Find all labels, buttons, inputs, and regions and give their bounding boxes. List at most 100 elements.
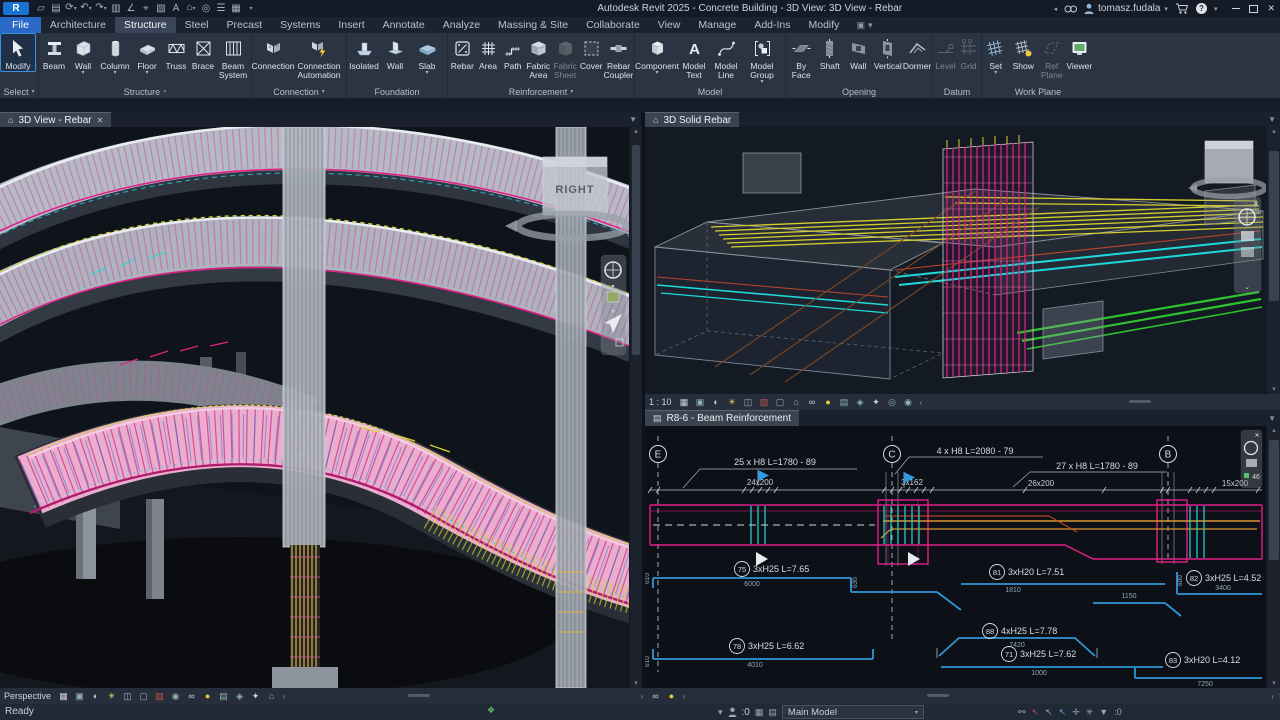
component-button[interactable]: Component▾: [636, 34, 678, 75]
isolated-foundation-button[interactable]: Isolated: [348, 34, 380, 71]
beam-system-button[interactable]: Beam System: [216, 34, 250, 80]
tab-analyze[interactable]: Analyze: [434, 17, 489, 33]
panel-label-structure[interactable]: Structure»: [39, 85, 251, 98]
worksharing-display-icon[interactable]: ▤: [838, 396, 851, 409]
tag-icon[interactable]: ▧: [154, 1, 168, 17]
rendering-icon[interactable]: ◫: [121, 690, 134, 703]
customize-qat-icon[interactable]: ▾: [244, 0, 258, 17]
detail-level-icon[interactable]: ▣: [73, 690, 86, 703]
print-icon[interactable]: ▥: [109, 1, 123, 17]
view-scale-label[interactable]: 1 : 10: [649, 397, 672, 407]
visual-style-icon[interactable]: ▦: [678, 396, 691, 409]
tab-modify[interactable]: Modify: [800, 17, 849, 33]
restore-button[interactable]: [1249, 5, 1258, 13]
displacement-sets-icon[interactable]: ◎: [886, 396, 899, 409]
detail-level-icon[interactable]: ▣: [694, 396, 707, 409]
column-button[interactable]: Column▾: [98, 34, 132, 75]
temporary-hide-isolate-icon[interactable]: ∞: [185, 690, 198, 703]
wall-foundation-button[interactable]: Wall: [380, 34, 410, 71]
tab-steel[interactable]: Steel: [176, 17, 218, 33]
scrollbar-thumb[interactable]: [927, 694, 949, 697]
left-vertical-scrollbar[interactable]: ▴ ▾: [629, 127, 642, 688]
shadows-icon[interactable]: ◐: [89, 690, 102, 703]
signed-in-user[interactable]: tomasz.fudala ▾: [1084, 3, 1168, 14]
revit-logo[interactable]: R: [3, 2, 29, 15]
minimize-button[interactable]: [1232, 8, 1240, 9]
ribbon-display-toggle[interactable]: ▣▾: [848, 17, 872, 33]
select-links-icon[interactable]: ⚯: [1018, 707, 1026, 718]
top-right-vertical-scrollbar[interactable]: ▴ ▾: [1266, 127, 1280, 394]
crop-view-icon[interactable]: ▢: [137, 690, 150, 703]
panel-label-work-plane[interactable]: Work Plane: [982, 85, 1094, 98]
dormer-opening-button[interactable]: Dormer: [903, 34, 931, 71]
shaft-opening-button[interactable]: Shaft: [816, 34, 845, 71]
default-3d-view-icon[interactable]: ⌂▾: [184, 0, 198, 17]
temporary-view-properties-icon[interactable]: ◈: [854, 396, 867, 409]
redo-icon[interactable]: ↷▾: [94, 0, 108, 17]
scroll-right-icon[interactable]: ›: [1269, 692, 1276, 701]
scroll-left-icon[interactable]: ‹: [918, 398, 925, 407]
search-prev-icon[interactable]: ◂: [1054, 5, 1058, 13]
filter-icon[interactable]: ▼: [1099, 707, 1108, 717]
navigation-bar[interactable]: ✕ 46: [1241, 430, 1262, 488]
save-icon[interactable]: ▤: [49, 1, 63, 17]
vertical-opening-button[interactable]: Vertical: [873, 34, 903, 71]
view-tab-3d-rebar[interactable]: ⌂ 3D View - Rebar ✕: [0, 112, 111, 127]
close-button[interactable]: ✕: [1267, 3, 1275, 14]
analytical-model-icon[interactable]: ✦: [870, 396, 883, 409]
scrollbar-thumb[interactable]: [1269, 151, 1279, 301]
horizontal-scrollbar[interactable]: [291, 688, 636, 704]
connection-button[interactable]: Connection: [253, 34, 293, 71]
close-view-icon[interactable]: ✕: [97, 116, 104, 125]
slab-foundation-button[interactable]: Slab▾: [410, 34, 444, 75]
sync-icon[interactable]: ⟳▾: [64, 0, 78, 17]
visual-style-icon[interactable]: ▦: [57, 690, 70, 703]
tab-view[interactable]: View: [649, 17, 690, 33]
locked-view-icon[interactable]: ⌂: [790, 396, 803, 409]
shadows-icon[interactable]: ◐: [710, 396, 723, 409]
tab-add-ins[interactable]: Add-Ins: [745, 17, 799, 33]
temporary-hide-isolate-icon[interactable]: ∞: [806, 396, 819, 409]
tab-manage[interactable]: Manage: [689, 17, 745, 33]
sun-path-icon[interactable]: ☀: [105, 690, 118, 703]
panel-label-reinforcement[interactable]: Reinforcement▾: [448, 85, 634, 98]
active-workset-icon[interactable]: ▤: [768, 707, 777, 718]
scroll-left-icon[interactable]: ‹: [281, 692, 288, 701]
beam-button[interactable]: Beam: [40, 34, 68, 71]
beam-reinforcement-canvas[interactable]: E C B 24x200 3x162 26x200 15x200 25 x H8…: [645, 426, 1266, 688]
horizontal-scrollbar[interactable]: [927, 394, 1274, 410]
model-text-button[interactable]: AModel Text: [678, 34, 710, 80]
aligned-dimension-icon[interactable]: ⌖: [139, 1, 153, 17]
select-by-face-icon[interactable]: ↖: [1059, 707, 1067, 718]
tab-massing-site[interactable]: Massing & Site: [489, 17, 577, 33]
reveal-constraints-icon[interactable]: ⌂: [265, 690, 278, 703]
cover-button[interactable]: Cover: [578, 34, 604, 71]
rendering-icon[interactable]: ◫: [742, 396, 755, 409]
view-list-caret-icon[interactable]: ▼: [1268, 112, 1280, 127]
text-icon[interactable]: A: [169, 1, 183, 17]
drag-on-selection-icon[interactable]: ✛: [1072, 707, 1080, 718]
bottom-right-vertical-scrollbar[interactable]: ▴ ▾: [1266, 426, 1280, 688]
open-file-icon[interactable]: ▱: [34, 1, 48, 17]
tab-annotate[interactable]: Annotate: [374, 17, 434, 33]
sun-path-icon[interactable]: ☀: [726, 396, 739, 409]
show-work-plane-button[interactable]: Show: [1009, 34, 1038, 71]
path-reinforcement-button[interactable]: Path: [500, 34, 525, 71]
top-right-3d-canvas[interactable]: ✕ ⌄: [645, 127, 1266, 394]
view-list-caret-icon[interactable]: ▼: [629, 112, 641, 127]
scrollbar-thumb[interactable]: [1269, 440, 1279, 560]
model-line-button[interactable]: Model Line: [710, 34, 742, 80]
viewer-button[interactable]: Viewer: [1066, 34, 1094, 71]
brace-button[interactable]: Brace: [190, 34, 216, 71]
modify-button[interactable]: Modify: [1, 34, 35, 71]
scrollbar-thumb[interactable]: [632, 145, 640, 355]
rebar-coupler-button[interactable]: Rebar Coupler: [604, 34, 633, 80]
fabric-area-button[interactable]: Fabric Area: [525, 34, 552, 80]
panel-label-model[interactable]: Model: [635, 85, 785, 98]
help-icon[interactable]: ?: [1196, 3, 1207, 14]
temporary-hide-isolate-icon[interactable]: ∞: [649, 690, 662, 703]
wall-opening-button[interactable]: Wall: [844, 34, 873, 71]
reset-icon[interactable]: ✳: [1086, 707, 1094, 718]
reveal-hidden-icon[interactable]: ●: [201, 690, 214, 703]
view-tab-3d-solid-rebar[interactable]: ⌂ 3D Solid Rebar: [645, 112, 739, 127]
